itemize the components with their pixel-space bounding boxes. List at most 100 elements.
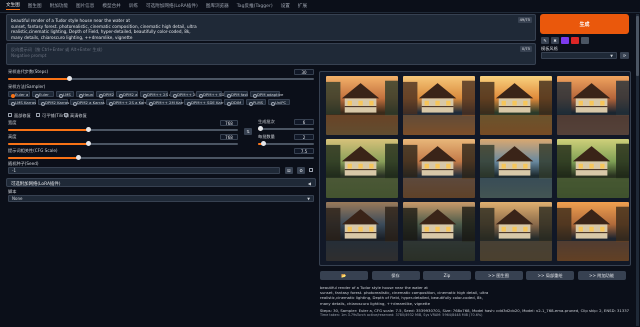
batch-count-slider[interactable] xyxy=(258,126,314,131)
house-illustration xyxy=(480,80,552,135)
option-checkbox[interactable] xyxy=(8,113,12,117)
house-illustration xyxy=(557,206,629,261)
sampler-label: 采样方法(Sampler) xyxy=(8,84,46,89)
sampler-option[interactable]: DPM2 xyxy=(96,91,114,98)
script-value: None xyxy=(12,196,23,201)
tab-9[interactable]: 设置 xyxy=(281,3,290,9)
sampler-option[interactable]: Euler a xyxy=(8,91,30,98)
sampler-option[interactable]: PLMS xyxy=(246,99,266,106)
sampling-steps-slider[interactable] xyxy=(8,76,314,81)
caret-left-icon: ◀ xyxy=(307,180,311,186)
action-button[interactable]: Zip xyxy=(423,271,471,280)
generate-button[interactable]: 生成 xyxy=(540,14,629,34)
trash-icon[interactable]: ✖ xyxy=(551,37,559,44)
option-checkbox[interactable] xyxy=(64,113,68,117)
tab-8[interactable]: Tag反推(Tagger) xyxy=(237,3,273,9)
action-button[interactable]: >> 图生图 xyxy=(474,271,523,280)
script-dropdown[interactable]: None ▼ xyxy=(8,195,314,202)
dice-icon[interactable]: ⚄ xyxy=(285,167,293,174)
batch-count-knob[interactable] xyxy=(258,126,264,131)
clipboard-icon[interactable] xyxy=(571,37,579,44)
page-scrollbar[interactable] xyxy=(636,14,639,326)
height-knob[interactable] xyxy=(86,141,91,146)
width-knob[interactable] xyxy=(86,127,91,132)
negative-prompt-textarea[interactable]: 反向提示词（按 Ctrl+Enter 或 Alt+Enter 生成） Negat… xyxy=(6,43,536,65)
house-illustration xyxy=(557,143,629,198)
sampler-option[interactable]: Heun xyxy=(76,91,94,98)
open-folder-button[interactable]: 📂 xyxy=(320,271,368,280)
gallery-image[interactable] xyxy=(480,139,552,198)
cfg-scale-knob[interactable] xyxy=(75,155,81,160)
gallery-image[interactable] xyxy=(403,139,475,198)
sampler-option[interactable]: DPM2 a xyxy=(116,91,138,98)
house-illustration xyxy=(403,206,475,261)
gallery-image[interactable] xyxy=(403,76,475,135)
batch-size-knob[interactable] xyxy=(261,141,267,146)
sampler-option[interactable]: LMS Karras xyxy=(8,99,36,106)
option-checkbox[interactable] xyxy=(36,113,40,117)
sampler-option[interactable]: DDIM xyxy=(224,99,244,106)
recycle-icon[interactable]: ♻ xyxy=(297,167,305,174)
refresh-icon[interactable]: ⟳ xyxy=(620,52,629,59)
tab-7[interactable]: 图库浏览器 xyxy=(206,3,229,9)
height-slider[interactable] xyxy=(8,141,238,146)
sampler-option[interactable]: UniPC xyxy=(268,99,290,106)
lora-accordion[interactable]: 可选附加网络(LoRA插件) ◀ xyxy=(6,178,316,187)
batch-size-slider[interactable] xyxy=(258,141,314,146)
pencil-icon[interactable]: ✎ xyxy=(541,37,549,44)
action-button[interactable]: >> 附加功能 xyxy=(577,271,626,280)
sampler-option[interactable]: DPM++ SDE xyxy=(196,91,227,98)
house-illustration xyxy=(326,143,398,198)
sampler-option[interactable]: DPM++ 2S a Karras xyxy=(106,99,151,106)
gallery-image[interactable] xyxy=(403,202,475,261)
tab-4[interactable]: 模型合并 xyxy=(102,3,120,9)
gallery-image[interactable] xyxy=(326,139,398,198)
width-slider[interactable] xyxy=(8,127,238,132)
save-style-icon[interactable] xyxy=(581,37,589,44)
sampler-option[interactable]: DPM++ SDE Karras xyxy=(184,99,228,106)
sampler-option[interactable]: LMS xyxy=(56,91,74,98)
sampler-option[interactable]: DPM fast xyxy=(224,91,248,98)
width-input[interactable]: 768 xyxy=(220,120,238,126)
prompt-textarea[interactable]: beautiful render of a Tudor style house … xyxy=(6,14,536,41)
gallery-image[interactable] xyxy=(557,202,629,261)
action-button[interactable]: >> 局部重绘 xyxy=(526,271,574,280)
tab-3[interactable]: 图片信息 xyxy=(76,3,94,9)
gallery-image[interactable] xyxy=(480,202,552,261)
sampler-option[interactable]: DPM++ 2M xyxy=(170,91,199,98)
tab-1[interactable]: 图生图 xyxy=(28,3,42,9)
action-button[interactable]: 保存 xyxy=(371,271,420,280)
sampler-option[interactable]: DPM2 Karras xyxy=(38,99,69,106)
styles-dropdown[interactable]: ▼ xyxy=(541,52,617,59)
height-input[interactable]: 768 xyxy=(220,134,238,140)
gallery-image[interactable] xyxy=(557,76,629,135)
seed-input[interactable]: -1 xyxy=(8,167,280,174)
chevron-down-icon: ▼ xyxy=(307,196,310,201)
tab-10[interactable]: 扩展 xyxy=(298,3,307,9)
sampler-option[interactable]: DPM2 a Karras xyxy=(70,99,105,106)
tab-2[interactable]: 附加功能 xyxy=(50,3,68,9)
cfg-scale-slider[interactable] xyxy=(8,155,314,160)
extra-seed-checkbox[interactable] xyxy=(309,168,313,172)
image-icon[interactable] xyxy=(561,37,569,44)
sampling-steps-input[interactable]: 30 xyxy=(294,69,314,75)
batch-size-input[interactable]: 2 xyxy=(294,134,314,140)
gallery-image[interactable] xyxy=(326,202,398,261)
house-illustration xyxy=(480,143,552,198)
swap-dimensions-icon[interactable]: ⇅ xyxy=(244,128,252,135)
gallery-image[interactable] xyxy=(557,139,629,198)
batch-count-input[interactable]: 6 xyxy=(294,119,314,125)
sampler-option[interactable]: DPM adaptive xyxy=(250,91,283,98)
tab-6[interactable]: 可选附加网络(LoRA插件) xyxy=(146,3,198,9)
house-illustration xyxy=(326,206,398,261)
sampler-option[interactable]: Euler xyxy=(32,91,54,98)
sampler-option[interactable]: DPM++ 2S a xyxy=(140,91,171,98)
tab-0[interactable]: 文生图 xyxy=(6,2,20,10)
sampler-option[interactable]: DPM++ 2M Karras xyxy=(146,99,188,106)
sampling-steps-knob[interactable] xyxy=(66,76,72,81)
scrollbar-thumb[interactable] xyxy=(636,16,639,76)
cfg-scale-input[interactable]: 7.5 xyxy=(294,148,314,154)
gallery-image[interactable] xyxy=(480,76,552,135)
gallery-image[interactable] xyxy=(326,76,398,135)
tab-5[interactable]: 训练 xyxy=(129,3,138,9)
